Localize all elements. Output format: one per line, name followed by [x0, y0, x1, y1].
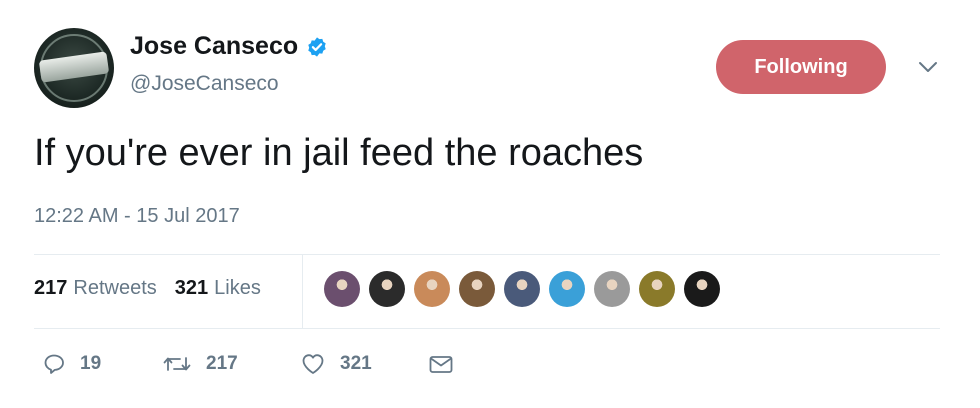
- liker-avatar-1[interactable]: [324, 271, 360, 307]
- likes-stat[interactable]: 321 Likes: [175, 277, 261, 300]
- liker-avatar-7[interactable]: [594, 271, 630, 307]
- likes-label: Likes: [214, 277, 261, 299]
- envelope-icon: [429, 356, 453, 373]
- following-button[interactable]: Following: [716, 40, 886, 94]
- tweet-timestamp[interactable]: 12:22 AM - 15 Jul 2017: [34, 205, 240, 228]
- user-handle[interactable]: @JoseCanseco: [130, 72, 279, 96]
- retweets-label: Retweets: [73, 277, 157, 299]
- liker-avatar-3[interactable]: [414, 271, 450, 307]
- engagement-stats: 217 Retweets 321 Likes: [34, 277, 261, 300]
- reply-icon: [44, 354, 64, 374]
- liker-avatars: [324, 271, 720, 307]
- stats-divider-top: [34, 254, 940, 255]
- retweets-count: 217: [34, 277, 68, 299]
- liker-avatar-2[interactable]: [369, 271, 405, 307]
- retweet-icon: [163, 357, 191, 371]
- retweets-stat[interactable]: 217 Retweets: [34, 277, 157, 300]
- retweet-action[interactable]: 217: [162, 352, 238, 376]
- reply-count: 19: [80, 353, 102, 374]
- direct-message-action[interactable]: [428, 352, 454, 376]
- liker-avatar-9[interactable]: [684, 271, 720, 307]
- likes-count: 321: [174, 277, 209, 299]
- liker-avatar-4[interactable]: [459, 271, 495, 307]
- stats-divider-vertical: [302, 254, 303, 328]
- tweet-text: If you're ever in jail feed the roaches: [34, 132, 644, 174]
- display-name[interactable]: Jose Canseco: [130, 32, 298, 61]
- liker-avatar-5[interactable]: [504, 271, 540, 307]
- retweet-count: 217: [206, 353, 238, 374]
- like-action[interactable]: 321: [300, 352, 372, 376]
- stats-divider-bottom: [34, 328, 940, 329]
- tweet-actions: 19 217 321: [34, 352, 474, 382]
- heart-icon: [302, 354, 324, 374]
- reply-action[interactable]: 19: [42, 352, 101, 376]
- liker-avatar-6[interactable]: [549, 271, 585, 307]
- profile-avatar[interactable]: [34, 28, 114, 108]
- verified-badge-icon: [308, 36, 326, 57]
- chevron-down-icon[interactable]: [916, 58, 940, 76]
- liker-avatar-8[interactable]: [639, 271, 675, 307]
- like-count: 321: [340, 353, 372, 374]
- name-row: Jose Canseco: [130, 32, 328, 61]
